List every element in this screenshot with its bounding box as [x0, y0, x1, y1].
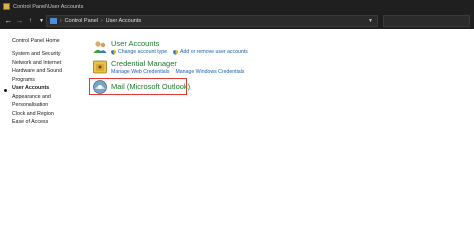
nav-control-panel-home[interactable]: Control Panel Home: [12, 37, 87, 46]
breadcrumb-user-accounts[interactable]: User Accounts: [106, 18, 141, 24]
mail-icon: [92, 79, 108, 95]
nav-appearance-line1: Appearance and: [12, 93, 51, 100]
manage-windows-credentials-link[interactable]: Manage Windows Credentials: [175, 69, 244, 75]
credential-manager-title[interactable]: Credential Manager: [111, 59, 244, 68]
forward-arrow-icon[interactable]: →: [14, 15, 25, 27]
folder-icon: [50, 18, 57, 24]
left-navigation: Control Panel Home System and Security N…: [12, 37, 87, 127]
nav-system-and-security[interactable]: System and Security: [12, 50, 87, 59]
breadcrumb[interactable]: › Control Panel › User Accounts ▼: [46, 15, 378, 27]
nav-clock-and-region[interactable]: Clock and Region: [12, 110, 87, 119]
control-panel-icon: [3, 3, 10, 10]
change-account-type-link[interactable]: Change account type: [111, 49, 167, 55]
title-bar: Control Panel\User Accounts: [0, 0, 474, 13]
search-input[interactable]: [383, 15, 470, 27]
user-accounts-title[interactable]: User Accounts: [111, 39, 248, 48]
nav-appearance-and-personalisation[interactable]: Appearance and Personalisation: [12, 93, 87, 110]
active-item-marker: [4, 89, 7, 92]
chevron-right-icon: ›: [101, 18, 103, 24]
uac-shield-icon: [173, 49, 179, 55]
category-mail: Mail (Microsoft Outlook): [92, 79, 190, 95]
window-title: Control Panel\User Accounts: [13, 3, 84, 10]
address-bar: ← → ↑ ▼ › Control Panel › User Accounts …: [0, 13, 474, 29]
category-user-accounts: User Accounts Change account type Add or…: [92, 39, 248, 55]
nav-ease-of-access[interactable]: Ease of Access: [12, 118, 87, 127]
uac-shield-icon: [111, 49, 116, 55]
credential-manager-icon: [92, 59, 108, 75]
manage-web-credentials-link[interactable]: Manage Web Credentials: [111, 69, 169, 75]
nav-hardware-and-sound[interactable]: Hardware and Sound: [12, 67, 87, 76]
chevron-right-icon: ›: [60, 18, 62, 24]
users-icon: [92, 39, 108, 55]
up-arrow-icon[interactable]: ↑: [25, 15, 36, 27]
nav-programs[interactable]: Programs: [12, 76, 87, 85]
back-arrow-icon[interactable]: ←: [3, 15, 14, 27]
category-credential-manager: Credential Manager Manage Web Credential…: [92, 59, 244, 75]
chevron-down-icon[interactable]: ▼: [368, 18, 373, 24]
breadcrumb-control-panel[interactable]: Control Panel: [65, 18, 98, 24]
add-remove-user-accounts-link[interactable]: Add or remove user accounts: [173, 49, 248, 55]
mail-microsoft-outlook-title[interactable]: Mail (Microsoft Outlook): [111, 82, 190, 91]
nav-network-and-internet[interactable]: Network and Internet: [12, 59, 87, 68]
nav-user-accounts[interactable]: User Accounts: [12, 84, 87, 93]
nav-appearance-line2: Personalisation: [12, 102, 49, 108]
